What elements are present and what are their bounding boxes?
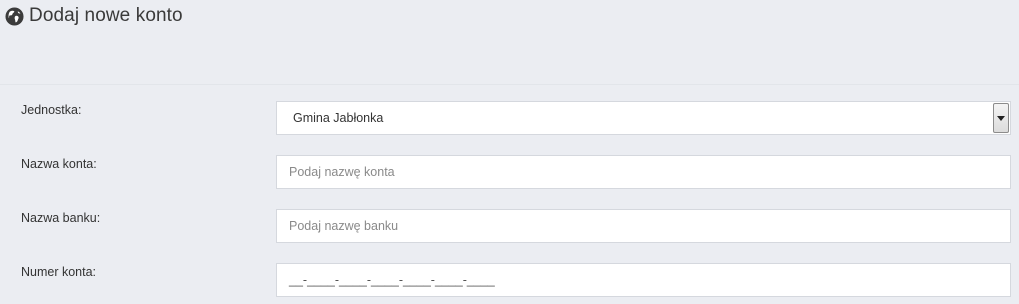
nazwa-konta-label: Nazwa konta: [21,157,97,171]
dropdown-button[interactable] [993,103,1009,133]
numer-konta-input[interactable]: __-____-____-____-____-____-____ [276,263,1011,297]
numer-konta-label: Numer konta: [21,265,97,279]
form-row-nazwa-banku: Nazwa banku: [0,209,1019,243]
nazwa-banku-input[interactable] [276,209,1011,243]
page-title: Dodaj nowe konto [29,5,183,26]
page-header: Dodaj nowe konto [5,4,183,28]
jednostka-label: Jednostka: [21,103,82,117]
nazwa-konta-input[interactable] [276,155,1011,189]
chevron-down-icon [997,115,1005,121]
form-row-nazwa-konta: Nazwa konta: [0,155,1019,189]
form-row-numer-konta: Numer konta: __-____-____-____-____-____… [0,263,1019,297]
numer-konta-mask: __-____-____-____-____-____-____ [289,273,495,287]
add-account-page: Dodaj nowe konto Jednostka: Gmina Jabłon… [0,0,1019,304]
jednostka-select[interactable]: Gmina Jabłonka [276,101,1011,135]
form-row-jednostka: Jednostka: Gmina Jabłonka [0,101,1019,135]
header-divider [0,84,1019,85]
nazwa-banku-label: Nazwa banku: [21,211,101,225]
jednostka-selected-value: Gmina Jabłonka [293,111,384,125]
globe-icon [5,6,24,26]
